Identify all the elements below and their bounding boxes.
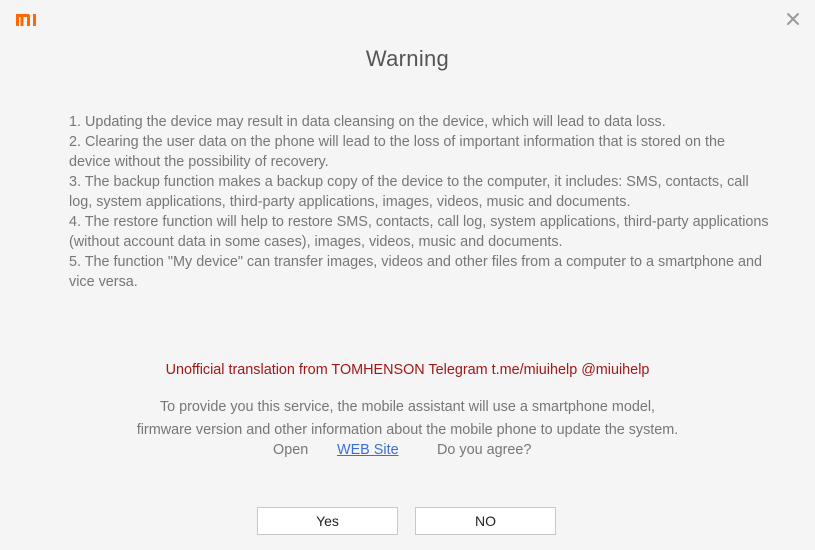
web-site-link[interactable]: WEB Site xyxy=(337,442,399,458)
agree-row: Open WEB Site Do you agree? xyxy=(0,442,815,462)
yes-button[interactable]: Yes xyxy=(257,507,398,535)
agree-question: Do you agree? xyxy=(437,442,532,458)
warning-item: 3. The backup function makes a backup co… xyxy=(69,174,749,210)
translation-note: Unofficial translation from TOMHENSON Te… xyxy=(165,362,650,378)
open-label: Open xyxy=(273,442,309,458)
warning-item: 1. Updating the device may result in dat… xyxy=(69,114,666,130)
warning-list: 1. Updating the device may result in dat… xyxy=(69,112,769,292)
dialog-window: Warning 1. Updating the device may resul… xyxy=(0,0,815,550)
mi-logo-icon xyxy=(16,14,36,26)
close-icon[interactable] xyxy=(785,11,801,27)
warning-item: 4. The restore function will help to res… xyxy=(69,214,769,250)
warning-item: 5. The function "My device" can transfer… xyxy=(69,254,763,290)
dialog-title: Warning xyxy=(365,46,450,71)
consent-text: To provide you this service, the mobile … xyxy=(0,396,815,442)
consent-line: To provide you this service, the mobile … xyxy=(159,399,656,415)
no-button[interactable]: NO xyxy=(415,507,556,535)
consent-line: firmware version and other information a… xyxy=(136,422,679,438)
warning-item: 2. Clearing the user data on the phone w… xyxy=(69,134,725,170)
